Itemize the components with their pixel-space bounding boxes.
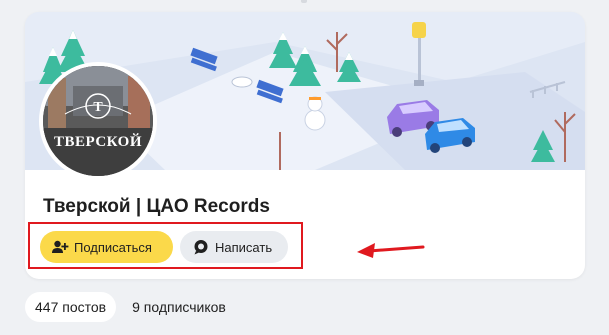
svg-text:T: T [93,100,103,115]
subscribers-count[interactable]: 9 подписчиков [132,299,226,315]
channel-avatar[interactable]: T ТВЕРСКОЙ [39,62,157,180]
highlight-frame [28,222,303,269]
scroll-edge-marker [301,0,307,3]
pointer-arrow-icon [357,243,425,258]
channel-stats: 447 постов 9 подписчиков [25,292,226,322]
avatar-photo-icon: T [43,66,153,176]
channel-title: Тверской | ЦАО Records [43,196,270,217]
posts-count[interactable]: 447 постов [25,292,117,322]
avatar-caption: ТВЕРСКОЙ [53,134,143,150]
